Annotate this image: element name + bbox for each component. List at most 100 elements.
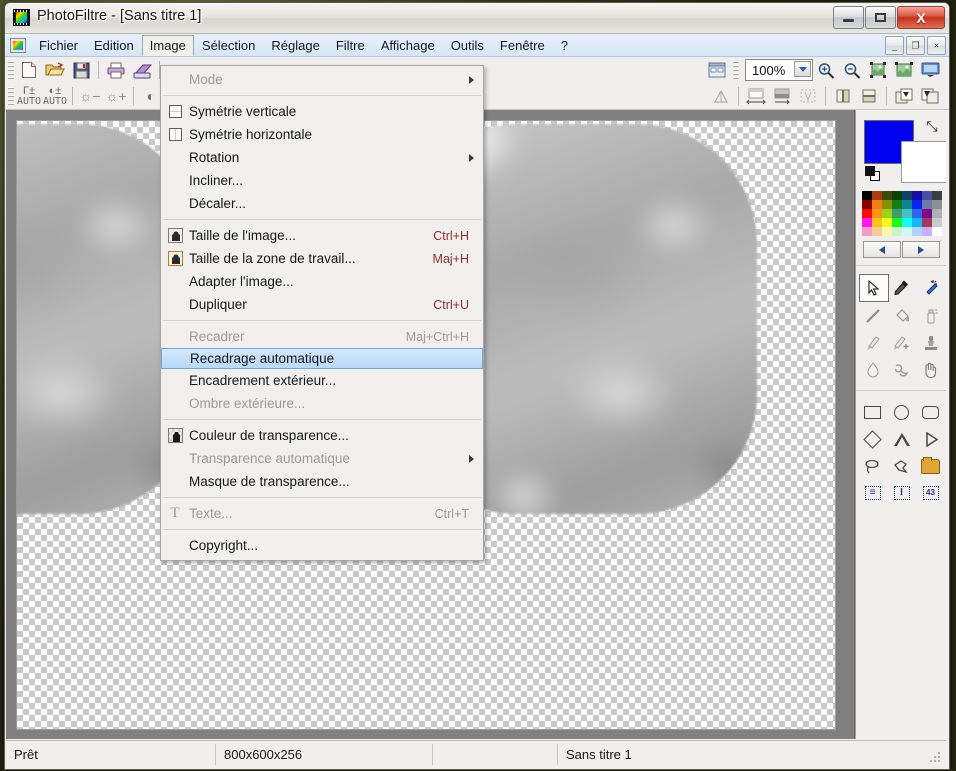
menu-item-dupliquer[interactable]: Dupliquer Ctrl+U (161, 293, 483, 316)
auto-contrast-icon[interactable]: ◐± AUTO (42, 84, 68, 108)
menu-item-recadrage-automatique[interactable]: Recadrage automatique (161, 348, 483, 369)
polygon-select-tool[interactable] (888, 453, 916, 479)
blur-drop-tool[interactable] (859, 357, 887, 383)
selection-arrow-tool[interactable] (858, 274, 889, 302)
menu-outils[interactable]: Outils (443, 35, 492, 56)
magic-wand-tool[interactable] (917, 274, 945, 300)
selection-size-tool[interactable]: 43 (917, 480, 945, 506)
palette-swatch[interactable] (901, 209, 912, 218)
new-file-icon[interactable] (16, 58, 42, 82)
palette-swatch[interactable] (861, 191, 872, 200)
palette-swatch[interactable] (881, 200, 892, 209)
palette-swatch[interactable] (861, 227, 872, 236)
menu-fichier[interactable]: Fichier (31, 35, 86, 56)
resize-grip[interactable] (929, 751, 943, 765)
menu-item-masque-de-transparence[interactable]: Masque de transparence... (161, 470, 483, 493)
save-file-icon[interactable] (68, 58, 94, 82)
menu-item-rotation[interactable]: Rotation (161, 146, 483, 169)
brush-plus-tool[interactable] (888, 330, 916, 356)
brush-tool[interactable] (859, 330, 887, 356)
background-color-swatch[interactable] (901, 141, 946, 183)
palette-swatch[interactable] (931, 209, 942, 218)
palette-swatch[interactable] (921, 209, 932, 218)
open-file-icon[interactable] (42, 58, 68, 82)
toolbar-grip[interactable] (8, 61, 14, 79)
paint-bucket-tool[interactable] (888, 303, 916, 329)
clone-stamp-tool[interactable] (917, 330, 945, 356)
palette-swatch[interactable] (911, 218, 922, 227)
palette-swatch[interactable] (931, 227, 942, 236)
rotate-left-icon[interactable] (891, 84, 917, 108)
palette-swatch[interactable] (901, 191, 912, 200)
palette-swatch[interactable] (891, 227, 902, 236)
palette-swatch[interactable] (911, 191, 922, 200)
ellipse-select-tool[interactable] (888, 399, 916, 425)
palette-swatch[interactable] (871, 227, 882, 236)
maximize-button[interactable] (865, 6, 896, 29)
palette-swatch[interactable] (901, 218, 912, 227)
eyedropper-tool[interactable] (888, 274, 916, 300)
palette-swatch[interactable] (891, 200, 902, 209)
mdi-close-button[interactable]: × (927, 36, 946, 55)
zoom-in-icon[interactable] (813, 58, 839, 82)
swap-colors-icon[interactable]: ⤡ (924, 118, 940, 134)
minimize-button[interactable] (833, 6, 864, 29)
hand-tool[interactable] (917, 357, 945, 383)
palette-swatch[interactable] (911, 209, 922, 218)
menu-item-taille-de-l-image[interactable]: Taille de l'image... Ctrl+H (161, 224, 483, 247)
fullscreen-icon[interactable] (917, 58, 943, 82)
resize-canvas-icon[interactable] (769, 84, 795, 108)
reset-colors-icon[interactable] (865, 166, 880, 181)
triangle-select-tool[interactable] (888, 426, 916, 452)
palette-swatch[interactable] (871, 200, 882, 209)
palette-swatch[interactable] (861, 218, 872, 227)
menu-help[interactable]: ? (553, 35, 576, 56)
palette-swatch[interactable] (931, 200, 942, 209)
zoom-out-icon[interactable] (839, 58, 865, 82)
close-button[interactable]: X (897, 6, 945, 29)
palette-swatch[interactable] (921, 218, 932, 227)
zoom-toolbar-grip[interactable] (733, 61, 739, 79)
palette-swatch[interactable] (901, 200, 912, 209)
palette-swatch[interactable] (871, 218, 882, 227)
palette-swatch[interactable] (921, 200, 932, 209)
palette-prev-button[interactable] (863, 241, 901, 258)
palette-swatch[interactable] (891, 209, 902, 218)
palette-swatch[interactable] (921, 191, 932, 200)
thumbnail-browser-icon[interactable] (704, 58, 730, 82)
load-selection-tool[interactable] (917, 453, 945, 479)
flip-vertical-icon[interactable] (856, 84, 882, 108)
menu-item-d-caler[interactable]: Décaler... (161, 192, 483, 215)
rounded-rect-select-tool[interactable] (917, 399, 945, 425)
palette-swatch[interactable] (911, 227, 922, 236)
resize-width-icon[interactable] (743, 84, 769, 108)
palette-swatch[interactable] (871, 191, 882, 200)
palette-swatch[interactable] (861, 200, 872, 209)
mdi-restore-button[interactable]: ❐ (906, 36, 925, 55)
rectangle-select-tool[interactable] (859, 399, 887, 425)
menu-edition[interactable]: Edition (86, 35, 142, 56)
actual-size-icon[interactable] (891, 58, 917, 82)
line-tool[interactable] (859, 303, 887, 329)
palette-swatch[interactable] (881, 218, 892, 227)
right-triangle-select-tool[interactable] (917, 426, 945, 452)
menu-item-couleur-de-transparence[interactable]: Couleur de transparence... (161, 424, 483, 447)
brightness-up-icon[interactable]: ☼+ (103, 84, 129, 108)
adjust-toolbar-grip[interactable] (8, 87, 14, 105)
menu-item-incliner[interactable]: Incliner... (161, 169, 483, 192)
menu-fenetre[interactable]: Fenêtre (492, 35, 553, 56)
rotate-right-icon[interactable] (917, 84, 943, 108)
palette-swatch[interactable] (931, 218, 942, 227)
menu-image[interactable]: Image (141, 34, 194, 56)
scanner-icon[interactable] (129, 58, 155, 82)
menu-item-sym-trie-verticale[interactable]: Symétrie verticale (161, 100, 483, 123)
palette-swatch[interactable] (891, 191, 902, 200)
smudge-tool[interactable] (888, 357, 916, 383)
palette-swatch[interactable] (901, 227, 912, 236)
palette-swatch[interactable] (891, 218, 902, 227)
palette-swatch[interactable] (881, 209, 892, 218)
menu-filtre[interactable]: Filtre (328, 35, 373, 56)
palette-swatch[interactable] (881, 191, 892, 200)
palette-swatch[interactable] (931, 191, 942, 200)
gradient-icon[interactable] (708, 84, 734, 108)
